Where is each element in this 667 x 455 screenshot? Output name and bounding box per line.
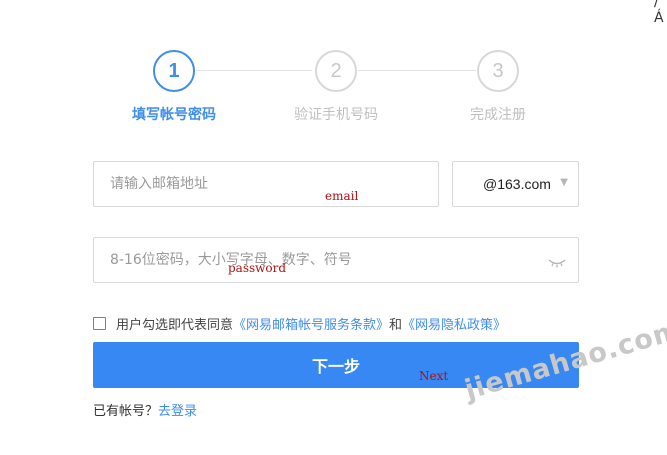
password-field-container bbox=[93, 237, 579, 283]
step-2: 2 验证手机号码 bbox=[266, 50, 406, 124]
step-1-label: 填写帐号密码 bbox=[132, 107, 216, 123]
step-3-circle: 3 bbox=[477, 50, 519, 92]
email-annotation: email bbox=[325, 189, 359, 203]
agreement-checkbox[interactable] bbox=[93, 317, 106, 330]
step-1: 1 填写帐号密码 bbox=[104, 50, 244, 124]
login-link[interactable]: 去登录 bbox=[158, 404, 197, 419]
step-3: 3 完成注册 bbox=[428, 50, 568, 124]
step-3-label: 完成注册 bbox=[470, 107, 526, 123]
eye-closed-icon[interactable] bbox=[548, 254, 566, 273]
email-field-container bbox=[93, 161, 439, 207]
password-input[interactable] bbox=[94, 238, 578, 282]
step-1-circle: 1 bbox=[153, 50, 195, 92]
service-terms-link[interactable]: 《网易邮箱帐号服务条款》 bbox=[233, 314, 389, 333]
privacy-policy-link[interactable]: 《网易隐私政策》 bbox=[402, 314, 506, 333]
agreement-text: 用户勾选即代表同意 bbox=[116, 318, 234, 333]
step-2-circle: 2 bbox=[315, 50, 357, 92]
login-prompt: 已有帐号？ bbox=[93, 404, 159, 419]
login-row: 已有帐号？去登录 bbox=[93, 400, 197, 419]
next-annotation: Next bbox=[419, 369, 449, 383]
step-2-label: 验证手机号码 bbox=[294, 107, 378, 123]
password-annotation: password bbox=[228, 261, 287, 275]
email-input[interactable] bbox=[94, 162, 438, 206]
domain-selected-value: @163.com bbox=[483, 176, 551, 192]
corner-glyph: /Á bbox=[654, 0, 664, 26]
chevron-down-icon: ▼ bbox=[560, 177, 568, 188]
agreement-row: 用户勾选即代表同意 《网易邮箱帐号服务条款》 和 《网易隐私政策》 bbox=[93, 314, 506, 333]
agreement-conjunction: 和 bbox=[389, 318, 403, 333]
domain-select[interactable]: @163.com ▼ bbox=[452, 161, 579, 207]
